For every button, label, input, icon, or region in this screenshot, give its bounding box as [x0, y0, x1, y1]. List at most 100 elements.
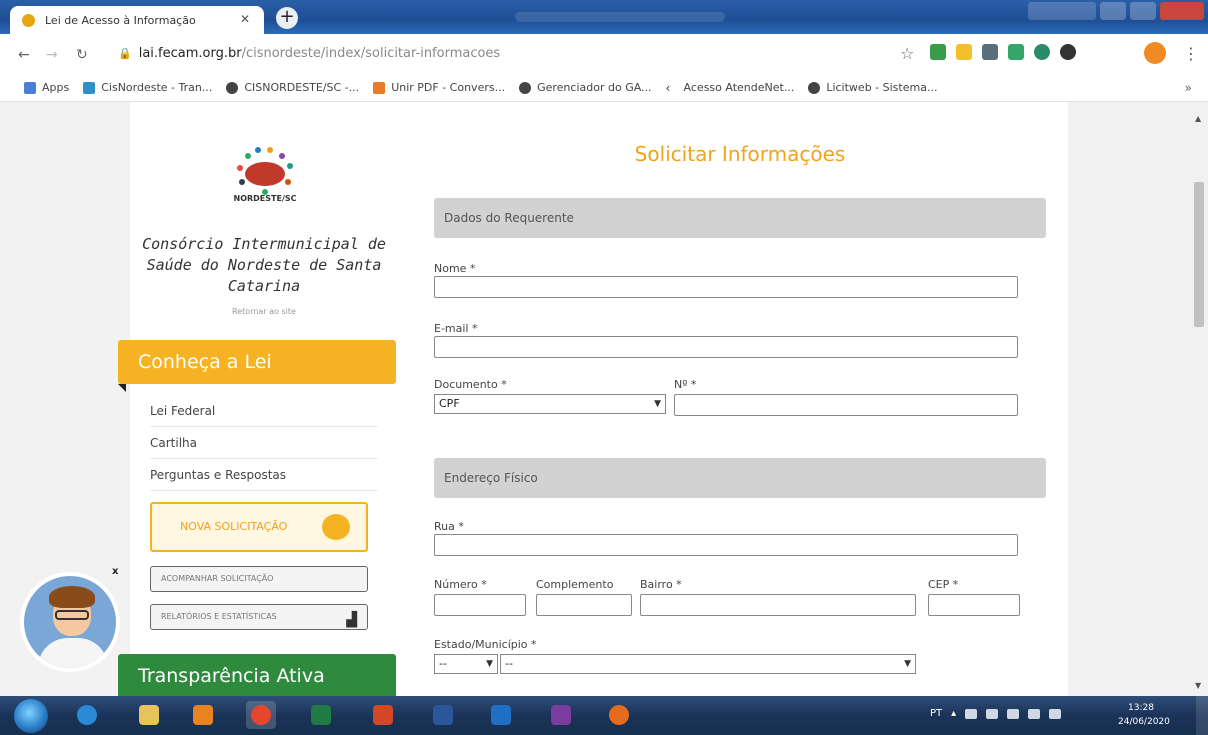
close-mascot-icon[interactable]: x	[112, 566, 118, 577]
bookmarks-bar: Apps CisNordeste - Tran... CISNORDESTE/S…	[0, 74, 1208, 102]
acompanhar-solicitacao-button[interactable]: ACOMPANHAR SOLICITAÇÃO	[150, 566, 368, 592]
bookmark-item[interactable]: ‹ Acesso AtendeNet...	[666, 81, 795, 94]
mascot-glasses	[55, 610, 89, 620]
globe-icon	[226, 81, 239, 94]
complemento-input[interactable]	[536, 594, 632, 616]
documento-select[interactable]: CPF ▼	[434, 394, 666, 414]
numero-documento-input[interactable]	[674, 394, 1018, 416]
address-bar[interactable]: 🔒 lai.fecam.org.br /cisnordeste/index/so…	[118, 38, 888, 68]
link-lei-federal[interactable]: Lei Federal	[150, 404, 378, 427]
new-tab-button[interactable]: +	[276, 7, 298, 29]
tray-app-icon[interactable]	[1007, 708, 1020, 719]
chrome-icon[interactable]	[246, 701, 276, 729]
scrollbar-thumb[interactable]	[1194, 182, 1204, 327]
close-window-icon[interactable]	[1160, 2, 1204, 20]
maximize-icon[interactable]	[1130, 2, 1156, 20]
media-player-icon[interactable]	[188, 701, 218, 729]
close-tab-icon[interactable]: ✕	[240, 12, 250, 26]
outlook-icon[interactable]	[486, 701, 516, 729]
bookmark-label: Unir PDF - Convers...	[391, 81, 506, 94]
lock-icon: 🔒	[118, 46, 132, 60]
extension-icon[interactable]	[956, 44, 972, 60]
browser-tab[interactable]: Lei de Acesso à Informação ✕	[10, 6, 264, 34]
documento-label: Documento *	[434, 378, 507, 391]
estado-select[interactable]: -- ▼	[434, 654, 498, 674]
cis-logo	[237, 147, 293, 195]
globe-icon	[519, 81, 532, 94]
bookmark-label: CisNordeste - Tran...	[101, 81, 213, 94]
back-arrow-icon[interactable]: ←	[18, 47, 30, 63]
mascot-coat	[38, 638, 108, 668]
browser-toolbar: ← → ↻ 🔒 lai.fecam.org.br /cisnordeste/in…	[0, 34, 1208, 74]
numero-input[interactable]	[434, 594, 526, 616]
scroll-up-icon[interactable]: ▲	[1195, 114, 1201, 123]
ribbon-fold	[118, 384, 126, 392]
link-cartilha[interactable]: Cartilha	[150, 436, 378, 459]
favicon-icon	[22, 13, 35, 27]
powerpoint-icon[interactable]	[368, 701, 398, 729]
tray-expand-icon[interactable]: ▴	[951, 708, 956, 719]
link-perguntas-respostas[interactable]: Perguntas e Respostas	[150, 468, 378, 491]
globe-icon	[808, 81, 821, 94]
organization-name: Consórcio Intermunicipal de Saúde do Nor…	[142, 235, 386, 295]
word-icon[interactable]	[428, 701, 458, 729]
clock-date: 24/06/2020	[1118, 717, 1170, 727]
windows-taskbar: PT ▴ 13:28 24/06/2020	[0, 696, 1208, 735]
municipio-select[interactable]: -- ▼	[500, 654, 916, 674]
system-tray: PT ▴	[930, 708, 1062, 719]
email-input[interactable]	[434, 336, 1018, 358]
extensions-puzzle-icon[interactable]	[1060, 44, 1076, 60]
extension-icon[interactable]	[982, 44, 998, 60]
language-indicator[interactable]: PT	[930, 708, 942, 719]
taskbar-clock[interactable]: 13:28 24/06/2020	[1118, 701, 1170, 729]
extensions-area	[930, 44, 1076, 60]
file-explorer-icon[interactable]	[134, 701, 164, 729]
reload-icon[interactable]: ↻	[76, 47, 88, 63]
browser-menu-icon[interactable]: ⋮	[1183, 44, 1199, 63]
section-endereco-fisico: Endereço Físico	[434, 458, 1046, 498]
conheca-lei-header: Conheça a Lei	[118, 340, 396, 392]
numero-documento-label: Nº *	[674, 378, 697, 391]
extension-icon[interactable]	[1008, 44, 1024, 60]
volume-icon[interactable]	[1049, 708, 1062, 719]
window-controls	[1028, 2, 1204, 20]
show-desktop-button[interactable]	[1196, 696, 1208, 735]
excel-icon[interactable]	[306, 701, 336, 729]
rua-input[interactable]	[434, 534, 1018, 556]
bookmarks-more-icon[interactable]: »	[1185, 81, 1192, 95]
firefox-icon[interactable]	[604, 701, 634, 729]
vertical-scrollbar[interactable]: ▲ ▼	[1190, 102, 1208, 696]
bookmark-apps[interactable]: Apps	[24, 81, 69, 94]
bookmark-item[interactable]: CISNORDESTE/SC -...	[226, 81, 359, 94]
nova-solicitacao-button[interactable]: NOVA SOLICITAÇÃO	[150, 502, 368, 552]
bookmark-star-icon[interactable]: ☆	[900, 44, 914, 63]
forward-arrow-icon[interactable]: →	[46, 47, 58, 63]
nova-solicitacao-label: NOVA SOLICITAÇÃO	[180, 520, 288, 533]
relatorios-label: RELATÓRIOS E ESTATÍSTICAS	[161, 612, 277, 621]
assistant-mascot-avatar[interactable]	[20, 572, 120, 672]
monitor-icon[interactable]	[986, 708, 999, 719]
profile-avatar[interactable]	[1144, 42, 1166, 64]
bookmark-item[interactable]: CisNordeste - Tran...	[83, 81, 212, 94]
internet-explorer-icon[interactable]	[72, 701, 102, 729]
start-button-icon[interactable]	[14, 699, 48, 733]
network-icon[interactable]	[1028, 708, 1041, 719]
relatorios-estatisticas-button[interactable]: RELATÓRIOS E ESTATÍSTICAS ▟	[150, 604, 368, 630]
flag-icon[interactable]	[965, 708, 978, 719]
scroll-down-icon[interactable]: ▼	[1195, 681, 1201, 690]
bookmark-item[interactable]: Gerenciador do GA...	[519, 81, 652, 94]
pdf-icon	[373, 81, 386, 94]
back-to-site-link[interactable]: Retornar ao site	[130, 307, 398, 316]
bookmark-item[interactable]: Licitweb - Sistema...	[808, 81, 937, 94]
tab-title: Lei de Acesso à Informação	[45, 13, 196, 27]
onenote-icon[interactable]	[546, 701, 576, 729]
bairro-input[interactable]	[640, 594, 916, 616]
bookmark-item[interactable]: Unir PDF - Convers...	[373, 81, 505, 94]
minimize-icon[interactable]	[1100, 2, 1126, 20]
extension-icon[interactable]	[930, 44, 946, 60]
bookmark-label: Licitweb - Sistema...	[826, 81, 938, 94]
nome-input[interactable]	[434, 276, 1018, 298]
cep-input[interactable]	[928, 594, 1020, 616]
bairro-label: Bairro *	[640, 578, 682, 591]
extension-icon[interactable]	[1034, 44, 1050, 60]
